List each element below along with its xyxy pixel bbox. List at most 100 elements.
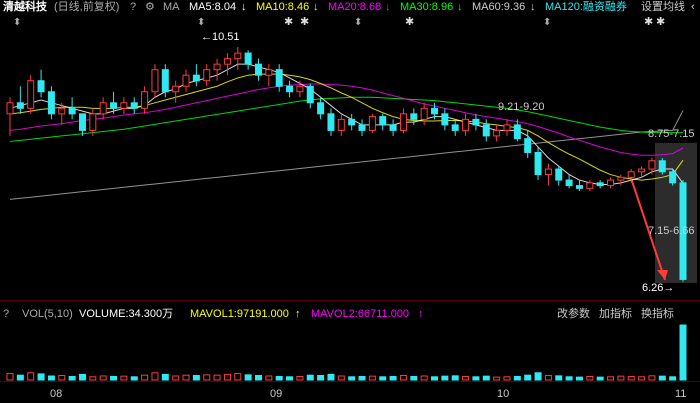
candle-body[interactable] xyxy=(192,74,200,82)
candle-body[interactable] xyxy=(503,124,511,131)
help-icon[interactable]: ? xyxy=(3,307,9,321)
volume-bar[interactable] xyxy=(358,375,366,381)
volume-bar[interactable] xyxy=(89,376,97,381)
candle-body[interactable] xyxy=(327,113,335,131)
candle-body[interactable] xyxy=(110,102,118,109)
modify-params-button[interactable]: 改参数 xyxy=(557,307,590,321)
volume-bar[interactable] xyxy=(638,376,646,381)
candle-body[interactable] xyxy=(182,74,190,87)
volume-bar[interactable] xyxy=(110,375,118,381)
volume-bar[interactable] xyxy=(431,376,439,381)
candle-body[interactable] xyxy=(47,91,55,115)
candle-body[interactable] xyxy=(565,179,573,187)
candle-body[interactable] xyxy=(658,160,666,173)
volume-bar[interactable] xyxy=(78,373,86,381)
volume-bar[interactable] xyxy=(296,375,304,381)
candle-body[interactable] xyxy=(78,113,86,131)
candle-body[interactable] xyxy=(607,179,615,187)
candle-body[interactable] xyxy=(286,85,294,93)
volume-bar[interactable] xyxy=(627,375,635,381)
candle-body[interactable] xyxy=(389,124,397,131)
volume-bar[interactable] xyxy=(555,375,563,381)
volume-bar[interactable] xyxy=(607,376,615,381)
candle-body[interactable] xyxy=(27,80,35,109)
swap-indicator-button[interactable]: 换指标 xyxy=(641,307,674,321)
volume-bar[interactable] xyxy=(596,376,604,381)
volume-bar[interactable] xyxy=(275,375,283,381)
volume-bar[interactable] xyxy=(141,374,149,381)
kline-chart[interactable] xyxy=(0,0,700,403)
candle-body[interactable] xyxy=(172,85,180,93)
candle-body[interactable] xyxy=(410,113,418,120)
volume-bar[interactable] xyxy=(223,373,231,381)
volume-bar[interactable] xyxy=(368,375,376,381)
volume-bar[interactable] xyxy=(441,375,449,381)
volume-bar[interactable] xyxy=(534,372,542,381)
candle-body[interactable] xyxy=(441,113,449,126)
candle-body[interactable] xyxy=(482,124,490,137)
volume-bar[interactable] xyxy=(389,375,397,381)
volume-bar[interactable] xyxy=(99,375,107,381)
volume-bar[interactable] xyxy=(130,376,138,381)
candle-body[interactable] xyxy=(617,176,625,181)
volume-bar[interactable] xyxy=(410,375,418,381)
candle-body[interactable] xyxy=(586,182,594,189)
volume-bar[interactable] xyxy=(669,376,677,381)
volume-bar[interactable] xyxy=(265,375,273,381)
volume-bar[interactable] xyxy=(244,374,252,381)
candle-body[interactable] xyxy=(99,102,107,115)
candle-body[interactable] xyxy=(669,171,677,184)
candle-body[interactable] xyxy=(234,52,242,60)
volume-bar[interactable] xyxy=(16,374,24,381)
candle-body[interactable] xyxy=(575,185,583,189)
candle-body[interactable] xyxy=(16,102,24,109)
volume-bar[interactable] xyxy=(544,375,552,381)
candle-body[interactable] xyxy=(596,182,604,187)
candle-body[interactable] xyxy=(306,85,314,104)
candle-body[interactable] xyxy=(513,124,521,140)
candle-body[interactable] xyxy=(451,124,459,131)
candle-body[interactable] xyxy=(462,118,470,131)
candle-body[interactable] xyxy=(37,80,45,93)
volume-bar[interactable] xyxy=(182,374,190,381)
volume-bar[interactable] xyxy=(120,375,128,381)
candle-body[interactable] xyxy=(648,160,656,170)
volume-bar[interactable] xyxy=(234,373,242,381)
candle-body[interactable] xyxy=(151,69,159,93)
volume-bar[interactable] xyxy=(6,373,14,381)
candle-body[interactable] xyxy=(68,107,76,115)
volume-bar[interactable] xyxy=(68,375,76,381)
vol-indicator-name[interactable]: VOL(5,10) xyxy=(22,307,73,321)
candle-body[interactable] xyxy=(254,63,262,76)
volume-bar[interactable] xyxy=(317,375,325,381)
candle-body[interactable] xyxy=(89,113,97,131)
volume-bar[interactable] xyxy=(379,376,387,381)
volume-bar[interactable] xyxy=(658,375,666,381)
volume-bar[interactable] xyxy=(327,373,335,381)
volume-bar[interactable] xyxy=(399,375,407,381)
volume-bar[interactable] xyxy=(420,375,428,381)
volume-bar[interactable] xyxy=(648,375,656,381)
volume-bar[interactable] xyxy=(306,374,314,381)
candle-body[interactable] xyxy=(399,113,407,131)
candle-body[interactable] xyxy=(203,69,211,82)
volume-bar[interactable] xyxy=(462,375,470,381)
volume-bar[interactable] xyxy=(37,373,45,381)
candle-body[interactable] xyxy=(265,69,273,76)
volume-bar[interactable] xyxy=(348,376,356,381)
candle-body[interactable] xyxy=(213,63,221,71)
volume-bar[interactable] xyxy=(27,372,35,381)
volume-bar[interactable] xyxy=(493,376,501,381)
volume-bar[interactable] xyxy=(503,376,511,381)
candle-body[interactable] xyxy=(275,69,283,87)
candle-body[interactable] xyxy=(544,168,552,176)
candle-body[interactable] xyxy=(141,91,149,109)
volume-bar[interactable] xyxy=(575,376,583,381)
volume-bar[interactable] xyxy=(161,373,169,381)
candle-body[interactable] xyxy=(627,171,635,178)
candle-body[interactable] xyxy=(58,107,66,115)
volume-bar[interactable] xyxy=(565,376,573,381)
candle-body[interactable] xyxy=(296,85,304,93)
volume-bar[interactable] xyxy=(451,375,459,381)
candle-body[interactable] xyxy=(120,102,128,109)
